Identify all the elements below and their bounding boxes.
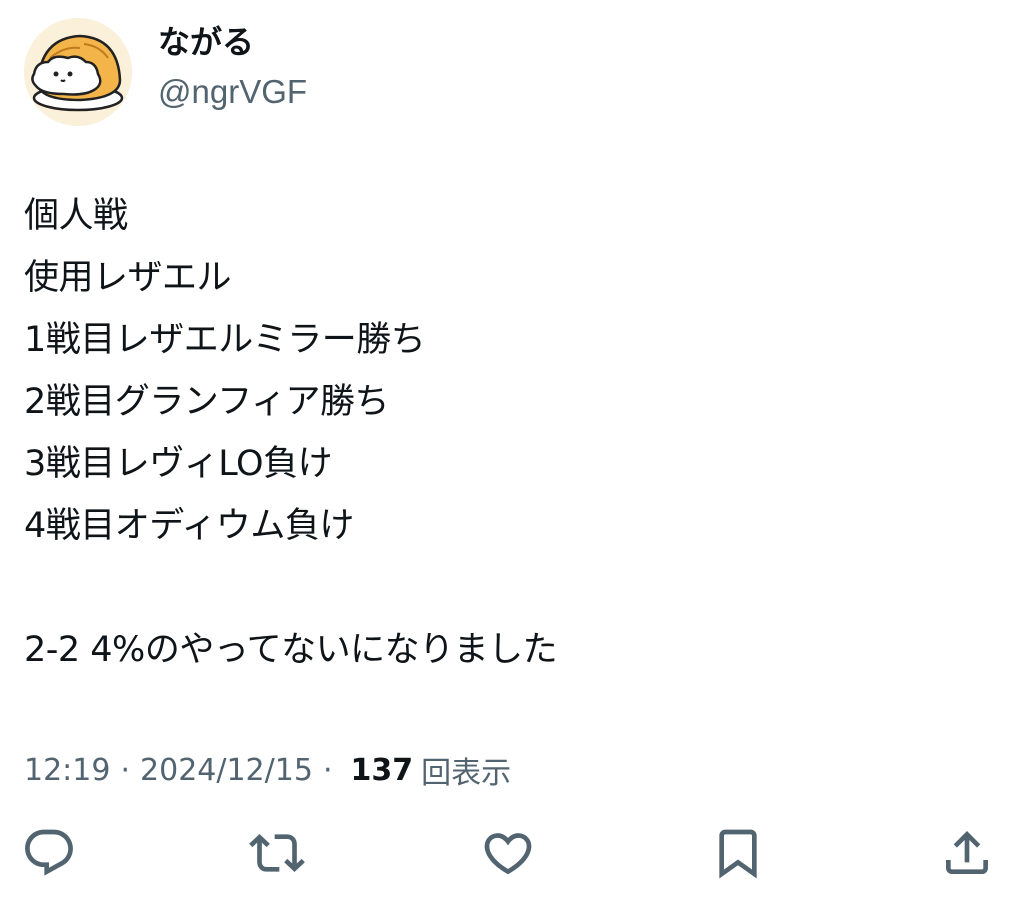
bookmark-button[interactable] <box>707 822 769 884</box>
user-handle[interactable]: @ngrVGF <box>158 70 307 114</box>
display-name[interactable]: ながる <box>158 22 307 62</box>
tweet-line: 使用レザエル <box>24 258 232 298</box>
tweet-line: 2戦目グランフィア勝ち <box>24 382 390 422</box>
tweet-time[interactable]: 12:19 <box>24 753 110 788</box>
avatar[interactable] <box>24 18 132 126</box>
view-count-label: 回表示 <box>421 756 512 791</box>
reply-icon <box>25 829 73 876</box>
tweet-meta: 12:19 · 2024/12/15 · 137 回表示 <box>24 748 511 792</box>
like-icon <box>484 833 532 875</box>
reply-button[interactable] <box>18 822 80 884</box>
action-bar <box>0 818 1024 888</box>
tweet-line: 2-2 4%のやってないになりました <box>24 630 558 670</box>
tweet-body: 個人戦 使用レザエル 1戦目レザエルミラー勝ち 2戦目グランフィア勝ち 3戦目レ… <box>24 185 1004 681</box>
tweet-line: 3戦目レヴィLO負け <box>24 444 333 484</box>
tweet-line: 4戦目オディウム負け <box>24 506 354 546</box>
author-names: ながる @ngrVGF <box>158 23 307 114</box>
bookmark-icon <box>719 829 757 879</box>
tweet-date[interactable]: 2024/12/15 <box>140 753 313 788</box>
retweet-button[interactable] <box>246 822 308 884</box>
meta-separator: · <box>120 752 131 788</box>
meta-separator: · <box>322 752 333 788</box>
tweet-line: 個人戦 <box>24 196 128 236</box>
avatar-illustration <box>24 18 132 126</box>
view-count[interactable]: 137 <box>350 753 413 788</box>
tweet-header: ながる @ngrVGF <box>24 18 307 126</box>
share-icon <box>946 831 988 874</box>
retweet-icon <box>249 834 305 872</box>
share-button[interactable] <box>936 822 998 884</box>
tweet-line: 1戦目レザエルミラー勝ち <box>24 320 426 360</box>
like-button[interactable] <box>477 822 539 884</box>
